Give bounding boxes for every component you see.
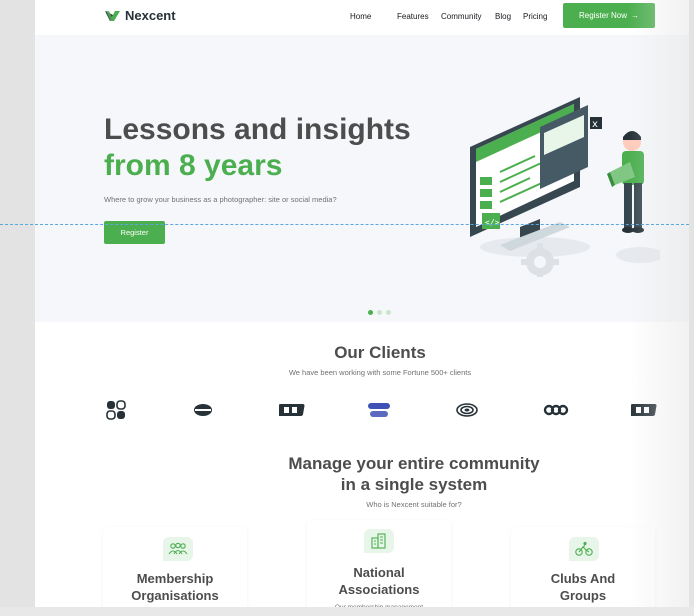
client-logo-2: [192, 400, 214, 420]
register-now-label: Register Now: [578, 11, 627, 20]
clients-title: Our Clients: [334, 343, 426, 362]
nexcent-logo-icon: [105, 10, 120, 21]
window-bottom-edge: [0, 607, 694, 616]
hero-title-line2: from 8 years: [104, 149, 283, 182]
client-logo-1: [105, 400, 127, 420]
hero-illustration: </> x: [470, 97, 660, 277]
card-clubs[interactable]: Clubs And Groups: [511, 527, 655, 616]
client-logo-4: [367, 400, 391, 420]
hero-register-label: Register: [120, 228, 149, 237]
brand-logo[interactable]: Nexcent: [104, 8, 176, 23]
nav-blog[interactable]: Blog: [495, 12, 511, 21]
carousel-dot-2[interactable]: [377, 310, 382, 315]
people-group-icon: [168, 542, 188, 555]
carousel-dot-1[interactable]: [368, 310, 373, 315]
arrow-right-icon: →: [631, 11, 639, 20]
community-title: Manage your entire community in a single…: [35, 453, 689, 495]
hero-subtitle: Where to grow your business as a photogr…: [104, 195, 337, 204]
nav-home[interactable]: Home: [350, 12, 371, 21]
nav-features[interactable]: Features: [397, 12, 429, 21]
hero-section: Lessons and insights from 8 years Where …: [35, 35, 689, 322]
carousel-dots: [368, 310, 391, 315]
window-right-edge: [689, 0, 694, 616]
card-clubs-title-line2: Groups: [559, 588, 607, 603]
client-logo-7: [631, 400, 657, 420]
card-national[interactable]: National Associations Our membership man…: [307, 520, 451, 615]
card-membership-title-line1: Membership: [136, 571, 214, 586]
community-title-line2: in a single system: [340, 475, 488, 494]
carousel-dot-3[interactable]: [386, 310, 391, 315]
card-membership-title-line2: Organisations: [131, 588, 219, 603]
hero-title-line1: Lessons and insights: [104, 113, 411, 146]
site-header: Nexcent Home Features Community Blog Pri…: [35, 0, 689, 35]
brand-name: Nexcent: [125, 8, 176, 23]
guide-line: [0, 224, 694, 225]
card-membership-icon-bg: [163, 537, 193, 561]
register-now-button[interactable]: Register Now →: [563, 3, 655, 28]
card-national-title-line2: Associations: [338, 582, 420, 597]
clients-subtitle: We have been working with some Fortune 5…: [288, 368, 472, 377]
svg-text:</>: </>: [485, 218, 500, 227]
card-clubs-title: Clubs And Groups: [511, 570, 655, 604]
card-national-icon-bg: [364, 529, 394, 553]
card-clubs-icon-bg: [569, 537, 599, 561]
card-national-title: National Associations: [307, 564, 451, 598]
nav-community[interactable]: Community: [441, 12, 481, 21]
card-membership-title: Membership Organisations: [103, 570, 247, 604]
svg-text:x: x: [592, 119, 598, 130]
client-logo-5: [456, 400, 478, 420]
client-logo-6: [543, 400, 569, 420]
card-membership[interactable]: Membership Organisations: [103, 527, 247, 616]
landing-page: Nexcent Home Features Community Blog Pri…: [35, 0, 689, 616]
community-title-line1: Manage your entire community: [288, 454, 540, 473]
client-logo-3: [279, 400, 305, 420]
cyclist-icon: [575, 541, 593, 556]
community-subtitle: Who is Nexcent suitable for?: [366, 500, 462, 509]
nav-pricing[interactable]: Pricing: [523, 12, 547, 21]
card-national-title-line1: National: [353, 565, 405, 580]
card-clubs-title-line1: Clubs And: [550, 571, 616, 586]
buildings-icon: [371, 533, 386, 549]
